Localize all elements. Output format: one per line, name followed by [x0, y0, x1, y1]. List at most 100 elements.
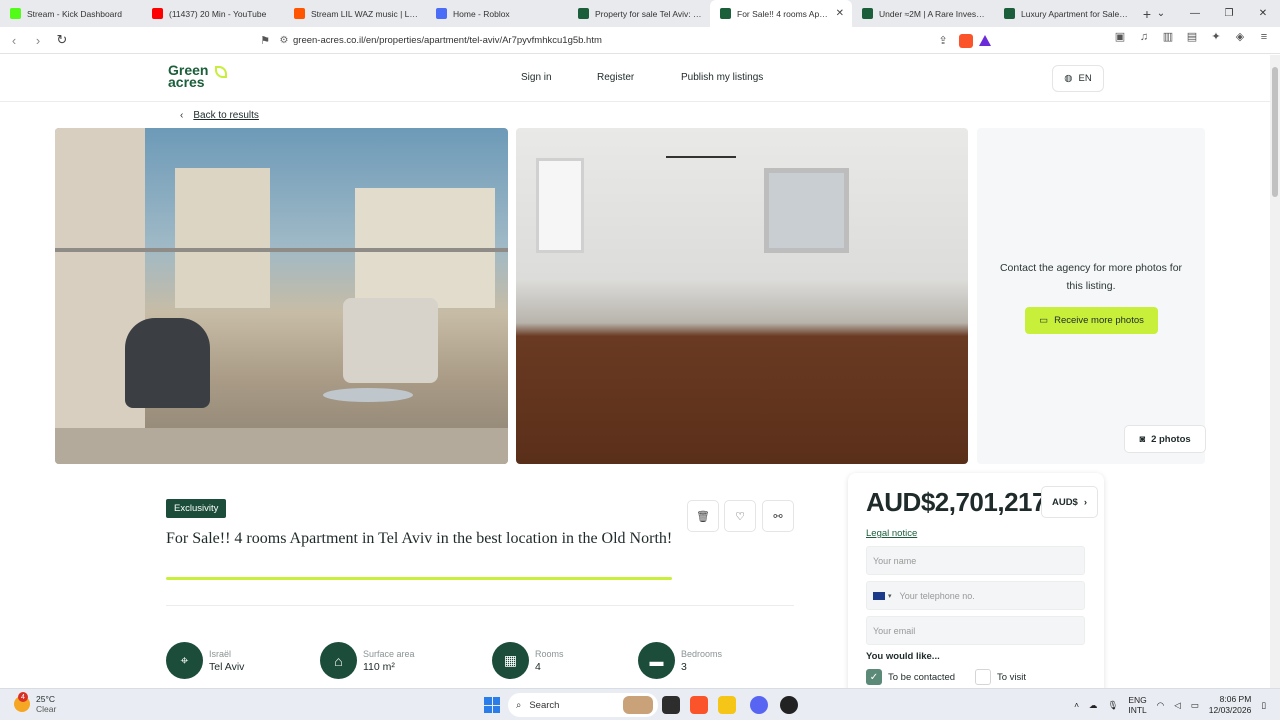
- chevron-up-icon[interactable]: ˄: [1074, 700, 1079, 710]
- share-icon[interactable]: ⇪: [933, 34, 953, 47]
- minimize-button[interactable]: —: [1178, 0, 1212, 27]
- browser-tab[interactable]: Luxury Apartment for Sale in V...: [994, 0, 1136, 27]
- browser-tab[interactable]: Home - Roblox: [426, 0, 568, 27]
- delete-button[interactable]: 🗑: [687, 500, 719, 532]
- feature-value: Tel Aviv: [209, 660, 245, 673]
- maximize-button[interactable]: ❐: [1212, 0, 1246, 27]
- brave-shield-icon[interactable]: [959, 33, 973, 48]
- lang-line1: ENG: [1128, 695, 1147, 705]
- tab-favicon-icon: [578, 8, 589, 19]
- browser-tab[interactable]: Under ≈2M | A Rare Investmen...: [852, 0, 994, 27]
- photo-window: [764, 168, 849, 253]
- reload-icon[interactable]: ↻: [52, 30, 72, 50]
- feature-rooms: ▦ Rooms 4: [492, 642, 564, 679]
- register-link[interactable]: Register: [597, 72, 634, 83]
- photo-wall: [55, 128, 145, 464]
- tab-favicon-icon: [862, 8, 873, 19]
- task-view-icon[interactable]: [662, 696, 680, 714]
- listing-photo-room[interactable]: [516, 128, 968, 464]
- close-tab-icon[interactable]: ✕: [836, 8, 844, 19]
- discord-icon[interactable]: [750, 696, 768, 714]
- feature-bedrooms: ▬ Bedrooms 3: [638, 642, 722, 679]
- wallet-icon[interactable]: ▤: [1184, 30, 1200, 43]
- scrollbar-thumb[interactable]: [1272, 67, 1278, 197]
- trash-icon: 🗑: [696, 510, 710, 523]
- date: 12/03/2026: [1208, 705, 1252, 715]
- search-icon: ⌕: [516, 699, 522, 711]
- receive-more-photos-button[interactable]: ▭ Receive more photos: [1025, 307, 1158, 334]
- keyboard-language[interactable]: ENG INTL: [1128, 695, 1146, 715]
- tab-favicon-icon: [720, 8, 731, 19]
- windows-start-icon[interactable]: [484, 697, 500, 713]
- name-field[interactable]: Your name: [866, 546, 1085, 575]
- green-acres-logo[interactable]: Green acres: [168, 63, 238, 94]
- vpn-icon[interactable]: ◈: [1232, 30, 1248, 43]
- weather-widget[interactable]: 4 25°C Clear: [14, 692, 56, 714]
- to-visit-label: To visit: [997, 671, 1027, 683]
- browser-tab[interactable]: Stream - Kick Dashboard: [0, 0, 142, 27]
- search-highlight-icon[interactable]: [623, 696, 653, 714]
- media-icon[interactable]: ♫: [1136, 31, 1152, 43]
- site-header: Green acres Sign in Register Publish my …: [0, 55, 1270, 102]
- battery-icon[interactable]: ▭: [1191, 700, 1199, 711]
- language-selector[interactable]: ◍ EN: [1052, 65, 1104, 92]
- bed-icon: ▬: [638, 642, 675, 679]
- more-photos-panel: Contact the agency for more photos for t…: [977, 128, 1206, 464]
- microphone-icon[interactable]: 🎙: [1108, 700, 1119, 711]
- browser-tab[interactable]: For Sale!! 4 rooms Apartm... ✕: [710, 0, 852, 27]
- email-field[interactable]: Your email: [866, 616, 1085, 645]
- publish-listings-link[interactable]: Publish my listings: [681, 72, 763, 83]
- leo-ai-icon[interactable]: ✦: [1208, 30, 1224, 43]
- check-icon[interactable]: ✓: [866, 669, 882, 685]
- network-app-icon[interactable]: ☁: [1089, 700, 1098, 711]
- tab-list: Stream - Kick Dashboard (11437) 20 Min - …: [0, 0, 1136, 27]
- browser-tab[interactable]: Property for sale Tel Aviv: 754 ...: [568, 0, 710, 27]
- checkbox-box[interactable]: [975, 669, 991, 685]
- tab-favicon-icon: [1004, 8, 1015, 19]
- clock[interactable]: 8:06 PM 12/03/2026: [1209, 694, 1252, 716]
- menu-icon[interactable]: ≡: [1256, 31, 1272, 43]
- section-divider: [166, 605, 794, 606]
- back-arrow-icon[interactable]: ‹: [4, 30, 24, 50]
- tab-title: Stream - Kick Dashboard: [27, 8, 122, 19]
- sign-in-link[interactable]: Sign in: [521, 72, 552, 83]
- forward-arrow-icon[interactable]: ›: [28, 30, 48, 50]
- currency-selector[interactable]: AUD$ ›: [1041, 486, 1098, 518]
- tab-title: Luxury Apartment for Sale in V...: [1021, 8, 1128, 19]
- browser-tab[interactable]: (11437) 20 Min - YouTube: [142, 0, 284, 27]
- page-content: Green acres Sign in Register Publish my …: [0, 55, 1270, 688]
- price: AUD$2,701,217: [866, 487, 1046, 517]
- photo-count-button[interactable]: ◙ 2 photos: [1124, 425, 1206, 453]
- chevron-down-icon[interactable]: ⌄: [1144, 0, 1178, 27]
- site-info-icon[interactable]: ⚙: [275, 35, 293, 46]
- listing-photo-balcony[interactable]: [55, 128, 508, 464]
- would-like-label: You would like...: [866, 651, 940, 662]
- favorite-button[interactable]: ♡: [724, 500, 756, 532]
- globe-icon: ◍: [1064, 73, 1073, 84]
- phone-field[interactable]: ▾ Your telephone no.: [866, 581, 1085, 610]
- to-be-contacted-checkbox[interactable]: ✓ To be contacted: [866, 669, 955, 685]
- brave-rewards-icon[interactable]: [979, 35, 991, 46]
- url-text[interactable]: green-acres.co.il/en/properties/apartmen…: [293, 35, 933, 46]
- page-scrollbar[interactable]: [1270, 55, 1280, 688]
- bookmark-icon[interactable]: ⚑: [255, 34, 275, 47]
- notification-icon[interactable]: ▯: [1261, 700, 1266, 711]
- legal-notice-link[interactable]: Legal notice: [866, 528, 917, 539]
- caret-down-icon[interactable]: ▾: [888, 592, 892, 600]
- sidebar-icon[interactable]: ▥: [1160, 30, 1176, 43]
- wifi-icon[interactable]: ◠: [1157, 700, 1164, 711]
- back-to-results-link[interactable]: ‹ Back to results: [180, 110, 259, 121]
- feature-key: Bedrooms: [681, 648, 723, 659]
- address-bar[interactable]: ⚑ ⚙ green-acres.co.il/en/properties/apar…: [255, 30, 999, 51]
- screenshot-icon[interactable]: ▣: [1112, 30, 1128, 43]
- phone-placeholder: Your telephone no.: [899, 590, 975, 601]
- file-explorer-icon[interactable]: [718, 696, 736, 714]
- close-window-button[interactable]: ✕: [1246, 0, 1280, 27]
- app-icon[interactable]: [780, 696, 798, 714]
- brave-browser-icon[interactable]: [690, 696, 708, 714]
- share-button[interactable]: ⚯: [762, 500, 794, 532]
- to-visit-checkbox[interactable]: To visit: [975, 669, 1026, 685]
- volume-icon[interactable]: ◁: [1174, 700, 1181, 711]
- browser-tab[interactable]: Stream LIL WAZ music | Listen: [284, 0, 426, 27]
- australia-flag-icon[interactable]: [873, 591, 885, 600]
